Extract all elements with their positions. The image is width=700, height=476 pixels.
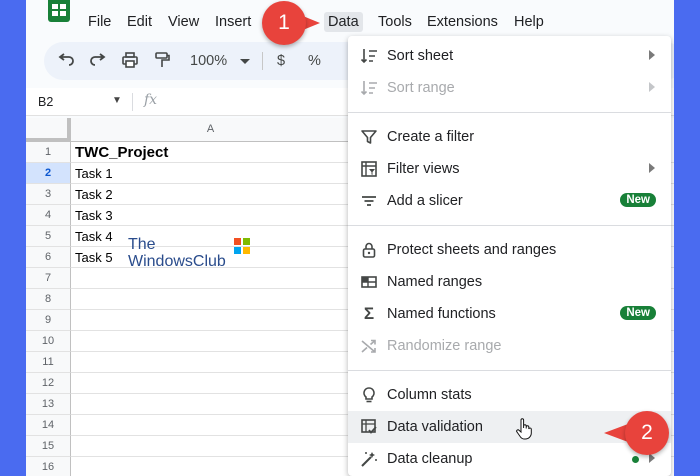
- menu-item-label: Sort sheet: [387, 48, 454, 64]
- menu-item-label: Filter views: [387, 161, 460, 177]
- row-header[interactable]: 14: [26, 415, 71, 436]
- named-ranges-icon: [360, 273, 378, 291]
- menu-view[interactable]: View: [164, 12, 203, 32]
- menu-item-create-filter[interactable]: Create a filter: [348, 121, 671, 153]
- menu-item-data-cleanup[interactable]: Data cleanup: [348, 443, 671, 475]
- zoom-dropdown-icon[interactable]: [240, 59, 250, 64]
- select-all-corner[interactable]: [26, 118, 71, 142]
- row-header[interactable]: 2: [26, 163, 71, 184]
- row-header[interactable]: 8: [26, 289, 71, 310]
- row-header[interactable]: 3: [26, 184, 71, 205]
- callout-1: 1: [262, 1, 306, 45]
- sort-icon: [360, 79, 378, 97]
- row-header[interactable]: 6: [26, 247, 71, 268]
- slicer-icon: [360, 192, 378, 210]
- row-header[interactable]: 12: [26, 373, 71, 394]
- menu-divider: [348, 225, 671, 226]
- menu-help[interactable]: Help: [510, 12, 548, 32]
- menu-edit[interactable]: Edit: [123, 12, 156, 32]
- menu-item-filter-views[interactable]: Filter views: [348, 153, 671, 185]
- filter-icon: [360, 128, 378, 146]
- sort-icon: [360, 47, 378, 65]
- menu-item-named-ranges[interactable]: Named ranges: [348, 266, 671, 298]
- menu-item-randomize-range[interactable]: Randomize range: [348, 330, 671, 362]
- row-header[interactable]: 1: [26, 142, 71, 163]
- data-validation-icon: [360, 418, 378, 436]
- menu-item-label: Data validation: [387, 419, 483, 435]
- menu-divider: [348, 112, 671, 113]
- menu-item-label: Randomize range: [387, 338, 502, 354]
- menu-tools[interactable]: Tools: [374, 12, 416, 32]
- name-box[interactable]: B2: [38, 95, 53, 109]
- lightbulb-icon: [360, 386, 378, 404]
- menu-item-label: Data cleanup: [387, 451, 473, 467]
- menu-item-column-stats[interactable]: Column stats: [348, 379, 671, 411]
- magic-wand-icon: [360, 450, 378, 468]
- menu-item-sort-sheet[interactable]: Sort sheet: [348, 40, 671, 72]
- menu-item-label: Add a slicer: [387, 193, 463, 209]
- menu-item-label: Create a filter: [387, 129, 475, 145]
- formula-bar-divider: [132, 93, 133, 111]
- paint-format-icon[interactable]: [152, 51, 172, 71]
- watermark-line2: WindowsClub: [128, 253, 226, 270]
- row-header[interactable]: 5: [26, 226, 71, 247]
- filter-views-icon: [360, 160, 378, 178]
- callout-2: 2: [625, 411, 669, 455]
- row-header[interactable]: 7: [26, 268, 71, 289]
- menu-item-label: Named functions: [387, 306, 496, 322]
- toolbar-divider: [262, 52, 263, 70]
- shuffle-icon: [360, 337, 378, 355]
- menu-item-label: Named ranges: [387, 274, 483, 290]
- menu-extensions[interactable]: Extensions: [423, 12, 502, 32]
- status-dot-icon: [632, 456, 639, 463]
- column-header-a[interactable]: A: [71, 118, 351, 142]
- hand-cursor-icon: [516, 418, 532, 440]
- menu-file[interactable]: File: [84, 12, 115, 32]
- menu-divider: [348, 370, 671, 371]
- row-header[interactable]: 10: [26, 331, 71, 352]
- row-header[interactable]: 15: [26, 436, 71, 457]
- menu-item-label: Column stats: [387, 387, 472, 403]
- fx-icon: fx: [144, 92, 158, 108]
- new-badge: New: [620, 306, 656, 320]
- menu-item-add-slicer[interactable]: Add a slicer New: [348, 185, 671, 217]
- menu-data[interactable]: Data: [324, 12, 363, 32]
- menu-item-sort-range[interactable]: Sort range: [348, 72, 671, 104]
- currency-format-button[interactable]: $: [277, 53, 285, 69]
- lock-icon: [360, 241, 378, 259]
- submenu-arrow-icon: [649, 82, 655, 92]
- watermark: The WindowsClub: [128, 236, 226, 270]
- print-icon[interactable]: [120, 51, 140, 71]
- row-header[interactable]: 16: [26, 457, 71, 476]
- row-header[interactable]: 9: [26, 310, 71, 331]
- menu-item-protect-sheets[interactable]: Protect sheets and ranges: [348, 234, 671, 266]
- new-badge: New: [620, 193, 656, 207]
- menu-item-named-functions[interactable]: Σ Named functions New: [348, 298, 671, 330]
- sheets-app: File Edit View Insert Data Tools Extensi…: [26, 0, 674, 476]
- row-header[interactable]: 13: [26, 394, 71, 415]
- percent-format-button[interactable]: %: [308, 53, 321, 69]
- data-menu-dropdown: Sort sheet Sort range Create a filter Fi…: [348, 36, 671, 476]
- sheets-logo-icon[interactable]: [48, 0, 70, 22]
- submenu-arrow-icon: [649, 163, 655, 173]
- menu-insert[interactable]: Insert: [211, 12, 255, 32]
- watermark-line1: The: [128, 236, 156, 253]
- menubar: File Edit View Insert Data Tools Extensi…: [26, 0, 674, 40]
- menu-item-label: Sort range: [387, 80, 455, 96]
- row-header[interactable]: 11: [26, 352, 71, 373]
- undo-icon[interactable]: [56, 51, 76, 71]
- row-header[interactable]: 4: [26, 205, 71, 226]
- sigma-icon: Σ: [363, 304, 375, 323]
- redo-icon[interactable]: [88, 51, 108, 71]
- windows-logo-icon: [234, 238, 250, 254]
- zoom-value[interactable]: 100%: [190, 53, 227, 69]
- menu-item-label: Protect sheets and ranges: [387, 242, 557, 258]
- name-box-dropdown-icon[interactable]: ▼: [112, 95, 122, 106]
- submenu-arrow-icon: [649, 50, 655, 60]
